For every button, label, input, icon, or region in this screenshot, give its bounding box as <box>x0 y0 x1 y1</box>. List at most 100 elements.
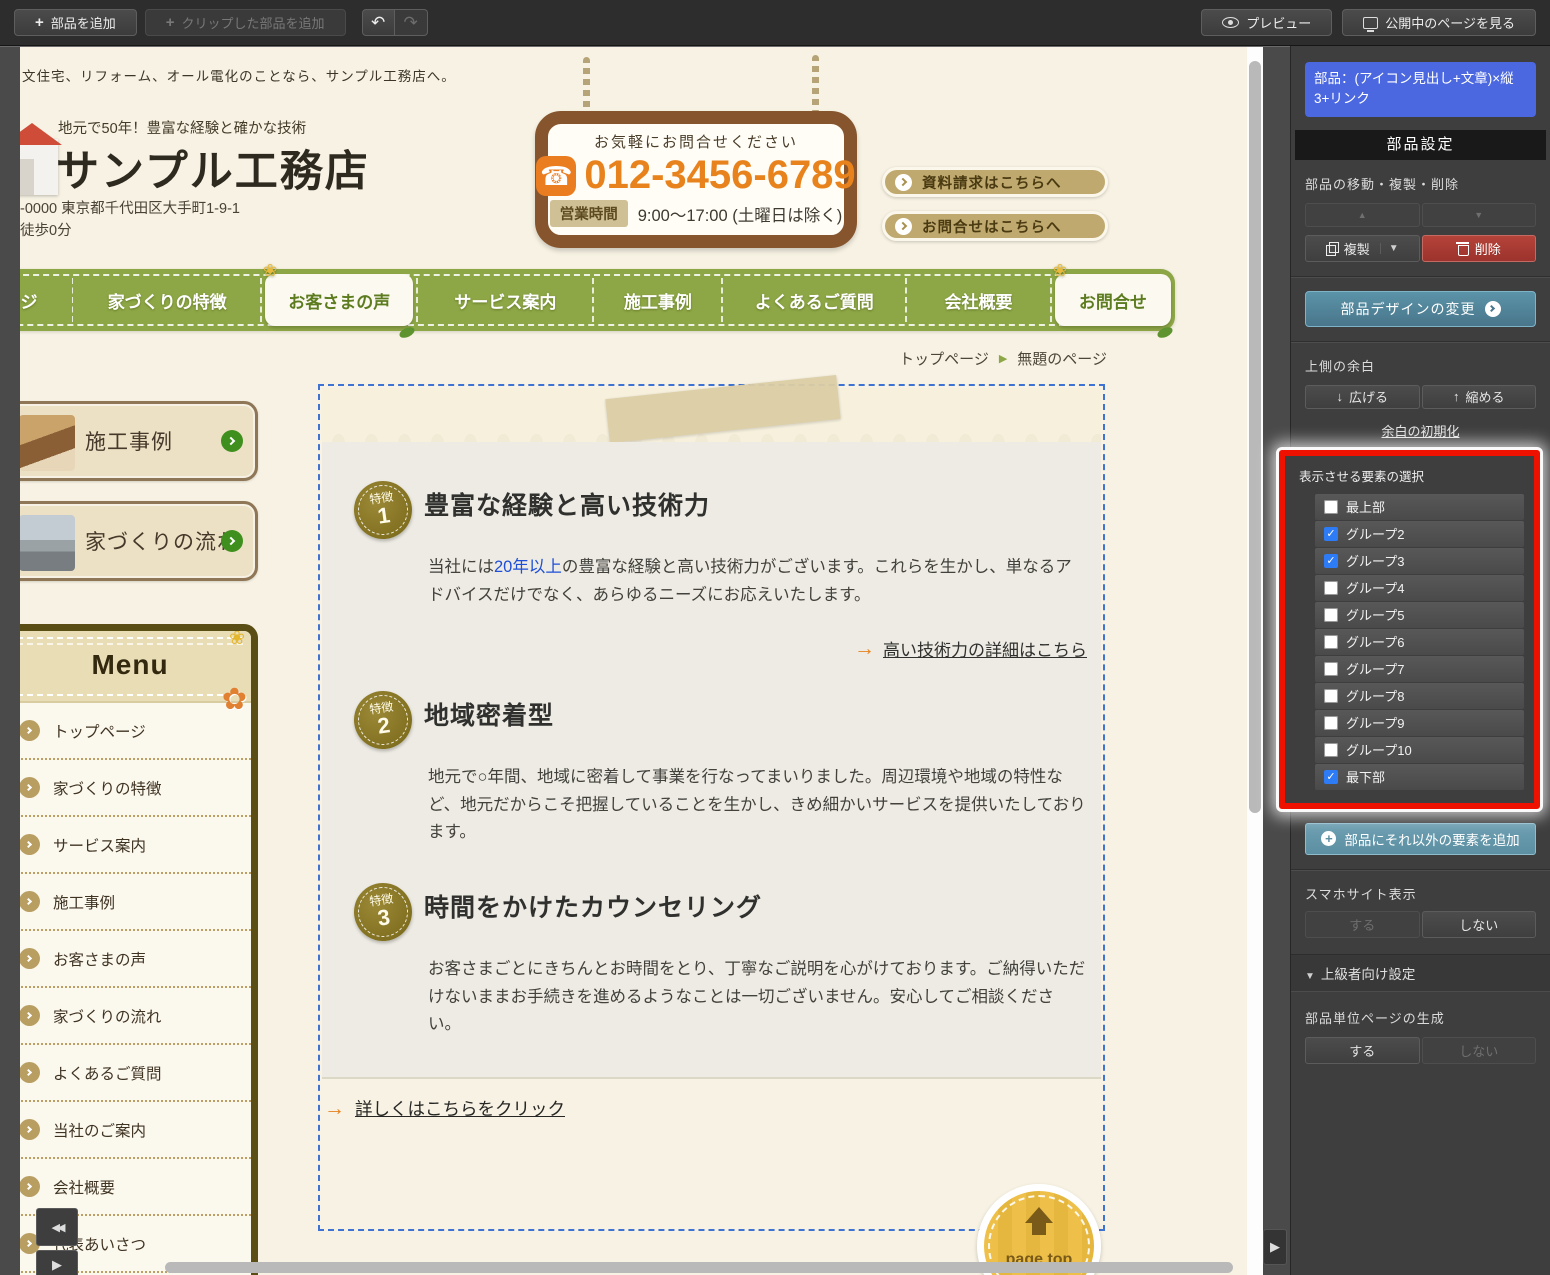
element-row-0[interactable]: 最上部 <box>1315 494 1524 520</box>
banner-works[interactable]: 施工事例 <box>20 401 258 481</box>
menu-item-label: お客さまの声 <box>53 948 146 970</box>
plus-circle-icon: + <box>1321 831 1336 846</box>
undo-button[interactable]: ↶ <box>362 9 395 36</box>
add-element-button[interactable]: + 部品にそれ以外の要素を追加 <box>1305 823 1536 855</box>
menu-item-0[interactable]: トップページ <box>20 703 251 760</box>
checkbox-unchecked-icon[interactable] <box>1324 635 1338 649</box>
checkbox-unchecked-icon[interactable] <box>1324 581 1338 595</box>
vertical-scrollbar-track[interactable] <box>1247 47 1263 1275</box>
nav-item-6[interactable]: 会社概要 <box>906 269 1051 331</box>
nav-item-1[interactable]: 家づくりの特徴 <box>73 269 261 331</box>
feature1-title: 豊富な経験と高い技術力 <box>424 486 710 522</box>
move-up-button[interactable]: ▲ <box>1305 203 1420 227</box>
shrink-margin-button[interactable]: ↑縮める <box>1422 385 1537 409</box>
copy-delete-row: 複製 ▼ 削除 <box>1305 235 1536 262</box>
element-row-8[interactable]: グループ9 <box>1315 710 1524 736</box>
site-viewport: 文住宅、リフォーム、オール電化のことなら、サンプル工務店へ。 地元で50年！豊富… <box>0 46 1290 1275</box>
selected-part-badge: 部品：(アイコン見出し+文章)×縦3+リンク <box>1305 62 1536 117</box>
sp-display-off-button[interactable]: しない <box>1422 911 1537 938</box>
redo-button[interactable]: ↷ <box>395 9 428 36</box>
site-catch-copy: 地元で50年！豊富な経験と確かな技術 <box>58 117 306 138</box>
menu-item-5[interactable]: 家づくりの流れ <box>20 988 251 1045</box>
request-docs-button[interactable]: 資料請求はこちらへ <box>882 167 1108 197</box>
sp-display-on-button[interactable]: する <box>1305 911 1420 938</box>
undo-icon: ↶ <box>371 13 385 33</box>
hours-row: 営業時間 9:00〜17:00 (土曜日は除く) <box>548 200 844 227</box>
expand-margin-button[interactable]: ↓広げる <box>1305 385 1420 409</box>
unit-page-on-button[interactable]: する <box>1305 1037 1420 1064</box>
editor-toolbar: +部品を追加 +クリップした部品を追加 ↶ ↷ プレビュー 公開中のページを見る <box>0 0 1550 46</box>
duplicate-button[interactable]: 複製 ▼ <box>1305 235 1420 262</box>
settings-panel-title: 部品設定 <box>1295 130 1546 160</box>
element-visibility-highlight: 表示させる要素の選択 最上部✓グループ2✓グループ3グループ4グループ5グループ… <box>1279 450 1540 809</box>
add-clipped-part-button[interactable]: +クリップした部品を追加 <box>145 9 346 36</box>
horizontal-scrollbar-thumb[interactable] <box>165 1262 1233 1273</box>
feature3-body: お客さまごとにきちんとお時間をとり、丁寧なご説明を心がけております。ご納得いただ… <box>428 956 1086 1039</box>
scroll-right-button[interactable]: ▶ <box>1263 1229 1287 1265</box>
checkbox-unchecked-icon[interactable] <box>1324 689 1338 703</box>
triangle-down-icon: ▼ <box>1305 971 1315 982</box>
nav-item-5[interactable]: よくあるご質問 <box>722 269 906 331</box>
element-row-3[interactable]: グループ4 <box>1315 575 1524 601</box>
checkbox-unchecked-icon[interactable] <box>1324 662 1338 676</box>
delete-button[interactable]: 削除 <box>1422 235 1537 262</box>
unit-page-off-button[interactable]: しない <box>1422 1037 1537 1064</box>
toolbar-right-group: プレビュー 公開中のページを見る <box>1201 9 1536 36</box>
menu-item-4[interactable]: お客さまの声 <box>20 931 251 988</box>
checkbox-checked-icon[interactable]: ✓ <box>1324 527 1338 541</box>
checkbox-unchecked-icon[interactable] <box>1324 716 1338 730</box>
move-down-button[interactable]: ▼ <box>1422 203 1537 227</box>
menu-item-1[interactable]: 家づくりの特徴 <box>20 760 251 817</box>
nav-item-3[interactable]: サービス案内 <box>417 269 593 331</box>
nav-item-0[interactable]: トップページ <box>20 269 73 331</box>
selected-part-block[interactable]: 特徴 1 豊富な経験と高い技術力 当社には20年以上の豊富な経験と高い技術力がご… <box>318 384 1105 1231</box>
plus-icon: + <box>35 14 44 31</box>
contact-button[interactable]: お問合せはこちらへ <box>882 211 1108 241</box>
breadcrumb-home-link[interactable]: トップページ <box>899 348 989 369</box>
collapse-panel-button[interactable]: ◀◀ <box>36 1208 78 1246</box>
sign-string-left <box>583 57 590 113</box>
arrow-up-icon <box>1025 1207 1053 1223</box>
expand-panel-button[interactable]: ▶ <box>36 1250 78 1275</box>
divider <box>1291 276 1550 277</box>
view-live-button[interactable]: 公開中のページを見る <box>1342 9 1536 36</box>
element-row-9[interactable]: グループ10 <box>1315 737 1524 763</box>
vertical-scrollbar-thumb[interactable] <box>1249 61 1261 813</box>
element-row-2[interactable]: ✓グループ3 <box>1315 548 1524 574</box>
change-design-button[interactable]: 部品デザインの変更 <box>1305 291 1536 327</box>
preview-button[interactable]: プレビュー <box>1201 9 1332 36</box>
arrow-right-icon: → <box>324 1098 345 1119</box>
banner-flow[interactable]: 家づくりの流れ <box>20 501 258 581</box>
element-row-1[interactable]: ✓グループ2 <box>1315 521 1524 547</box>
element-row-7[interactable]: グループ8 <box>1315 683 1524 709</box>
site-nav: トップページ家づくりの特徴❀お客さまの声サービス案内施工事例よくあるご質問会社概… <box>20 269 1175 331</box>
element-row-10[interactable]: ✓最下部 <box>1315 764 1524 790</box>
element-row-6[interactable]: グループ7 <box>1315 656 1524 682</box>
monitor-icon <box>1363 17 1378 29</box>
checkbox-unchecked-icon[interactable] <box>1324 608 1338 622</box>
menu-item-2[interactable]: サービス案内 <box>20 817 251 874</box>
menu-item-6[interactable]: よくあるご質問 <box>20 1045 251 1102</box>
advanced-settings-toggle[interactable]: ▼上級者向け設定 <box>1291 954 1550 992</box>
nav-item-7[interactable]: ❀お問合せ <box>1051 269 1175 331</box>
checkbox-checked-icon[interactable]: ✓ <box>1324 770 1338 784</box>
element-row-4[interactable]: グループ5 <box>1315 602 1524 628</box>
butterfly-icon: ❀ <box>1053 261 1067 281</box>
menu-item-7[interactable]: 当社のご案内 <box>20 1102 251 1159</box>
add-part-button[interactable]: +部品を追加 <box>14 9 137 36</box>
smartphone-display-toggle: する しない <box>1305 911 1536 938</box>
menu-item-3[interactable]: 施工事例 <box>20 874 251 931</box>
site-logo-house-icon <box>20 139 58 195</box>
feature1-more-link[interactable]: → 高い技術力の詳細はこちら <box>854 636 1087 661</box>
checkbox-unchecked-icon[interactable] <box>1324 500 1338 514</box>
chevron-right-icon <box>20 1119 40 1140</box>
flower-icon: ❀ <box>229 627 245 650</box>
details-link[interactable]: → 詳しくはこちらをクリック <box>324 1096 565 1121</box>
checkbox-checked-icon[interactable]: ✓ <box>1324 554 1338 568</box>
element-row-5[interactable]: グループ6 <box>1315 629 1524 655</box>
checkbox-unchecked-icon[interactable] <box>1324 743 1338 757</box>
feature1-inline-link[interactable]: 20年以上 <box>494 558 562 576</box>
nav-item-4[interactable]: 施工事例 <box>593 269 722 331</box>
margin-reset-link[interactable]: 余白の初期化 <box>1305 421 1536 440</box>
nav-item-2[interactable]: ❀お客さまの声 <box>261 269 417 331</box>
